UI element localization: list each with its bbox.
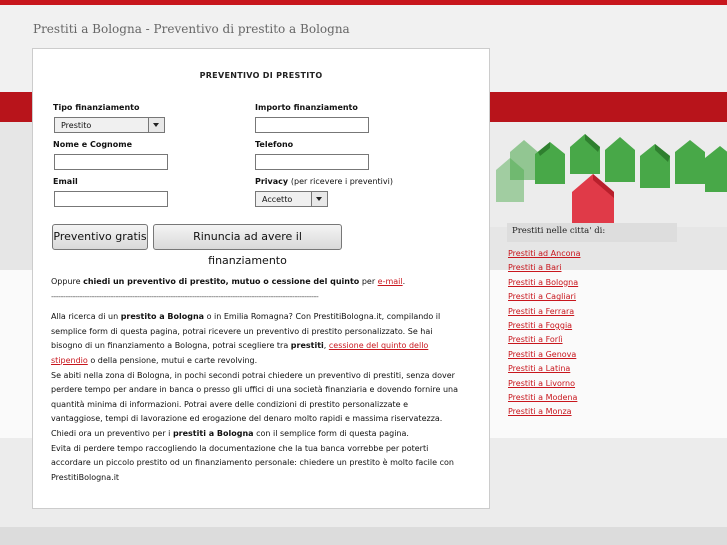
email-quote-line: Oppure chiedi un preventivo di prestito,… <box>51 275 461 290</box>
list-item: Prestiti a Genova <box>508 348 678 362</box>
list-item: Prestiti a Ferrara <box>508 305 678 319</box>
cancel-button[interactable]: Rinuncia ad avere il finanziamento <box>153 224 342 267</box>
text-bold: prestiti <box>290 341 324 351</box>
list-item: Prestiti a Monza <box>508 405 678 419</box>
top-red-bar <box>0 0 727 5</box>
privacy-select[interactable]: Accetto <box>255 191 328 207</box>
city-link[interactable]: Prestiti a Livorno <box>508 379 575 388</box>
list-item: Prestiti a Modena <box>508 391 678 405</box>
city-link[interactable]: Prestiti a Cagliari <box>508 292 576 301</box>
list-item: Prestiti a Bologna <box>508 276 678 290</box>
text-segment: . <box>402 277 406 286</box>
text-segment: Oppure <box>51 277 84 286</box>
city-link[interactable]: Prestiti ad Ancona <box>508 249 580 258</box>
list-item: Prestiti a Forlì <box>508 333 678 347</box>
paragraph-2: Se abiti nella zona di Bologna, in pochi… <box>51 369 461 442</box>
text-bold: prestito a Bologna <box>120 312 205 322</box>
city-link[interactable]: Prestiti a Bologna <box>508 278 578 287</box>
list-item: Prestiti ad Ancona <box>508 247 678 261</box>
privacy-note: (per ricevere i preventivi) <box>290 177 393 186</box>
footer-strip <box>0 527 727 545</box>
nome-label: Nome e Cognome <box>53 140 132 149</box>
city-link[interactable]: Prestiti a Foggia <box>508 321 572 330</box>
list-item: Prestiti a Foggia <box>508 319 678 333</box>
paragraph-3: Evita di perdere tempo raccogliendo la d… <box>51 443 454 482</box>
privacy-label-text: Privacy <box>255 177 289 186</box>
list-item: Prestiti a Cagliari <box>508 290 678 304</box>
email-link[interactable]: e-mail <box>378 277 403 286</box>
page-body-text: Oppure chiedi un preventivo di prestito,… <box>51 275 461 485</box>
text-bold: prestiti a Bologna <box>172 428 254 438</box>
telefono-input[interactable] <box>255 154 369 170</box>
city-link[interactable]: Prestiti a Latina <box>508 364 570 373</box>
city-link[interactable]: Prestiti a Ferrara <box>508 307 574 316</box>
city-link[interactable]: Prestiti a Bari <box>508 263 562 272</box>
telefono-label: Telefono <box>255 140 294 149</box>
sidebar-heading: Prestiti nelle citta' di: <box>507 223 677 242</box>
privacy-label: Privacy (per ricevere i preventivi) <box>255 177 393 186</box>
text-segment: per <box>359 277 378 286</box>
text-bold: chiedi un preventivo di prestito, mutuo … <box>83 277 360 286</box>
text-segment: Alla ricerca di un <box>51 312 121 322</box>
list-item: Prestiti a Latina <box>508 362 678 376</box>
list-item: Prestiti a Livorno <box>508 377 678 391</box>
city-link[interactable]: Prestiti a Forlì <box>508 335 563 344</box>
separator: ----------------------------------------… <box>51 291 319 301</box>
city-link[interactable]: Prestiti a Monza <box>508 407 572 416</box>
paragraph-1: Alla ricerca di un prestito a Bologna o … <box>51 310 461 368</box>
list-item: Prestiti a Bari <box>508 261 678 275</box>
chevron-down-icon <box>311 192 327 206</box>
tipo-select[interactable]: Prestito <box>54 117 165 133</box>
form-title: PREVENTIVO DI PRESTITO <box>199 71 323 80</box>
quote-form-panel: PREVENTIVO DI PRESTITO Tipo finanziament… <box>32 48 490 509</box>
email-input[interactable] <box>54 191 168 207</box>
importo-input[interactable] <box>255 117 369 133</box>
tipo-label: Tipo finanziamento <box>53 103 140 112</box>
nome-input[interactable] <box>54 154 168 170</box>
email-label: Email <box>53 177 78 186</box>
houses-illustration-icon <box>490 122 727 227</box>
importo-label: Importo finanziamento <box>255 103 358 112</box>
tipo-value: Prestito <box>61 121 92 130</box>
city-link[interactable]: Prestiti a Genova <box>508 350 576 359</box>
text-segment: Se abiti nella zona di Bologna, in pochi… <box>51 370 458 438</box>
page-title: Prestiti a Bologna - Preventivo di prest… <box>33 22 350 36</box>
privacy-value: Accetto <box>262 195 293 204</box>
chevron-down-icon <box>148 118 164 132</box>
text-segment: con il semplice form di questa pagina. <box>253 428 409 438</box>
city-link[interactable]: Prestiti a Modena <box>508 393 577 402</box>
text-segment: o della pensione, mutui e carte revolvin… <box>87 355 258 365</box>
submit-button[interactable]: Preventivo gratis <box>52 224 148 250</box>
sidebar-city-list: Prestiti ad Ancona Prestiti a Bari Prest… <box>508 247 678 420</box>
